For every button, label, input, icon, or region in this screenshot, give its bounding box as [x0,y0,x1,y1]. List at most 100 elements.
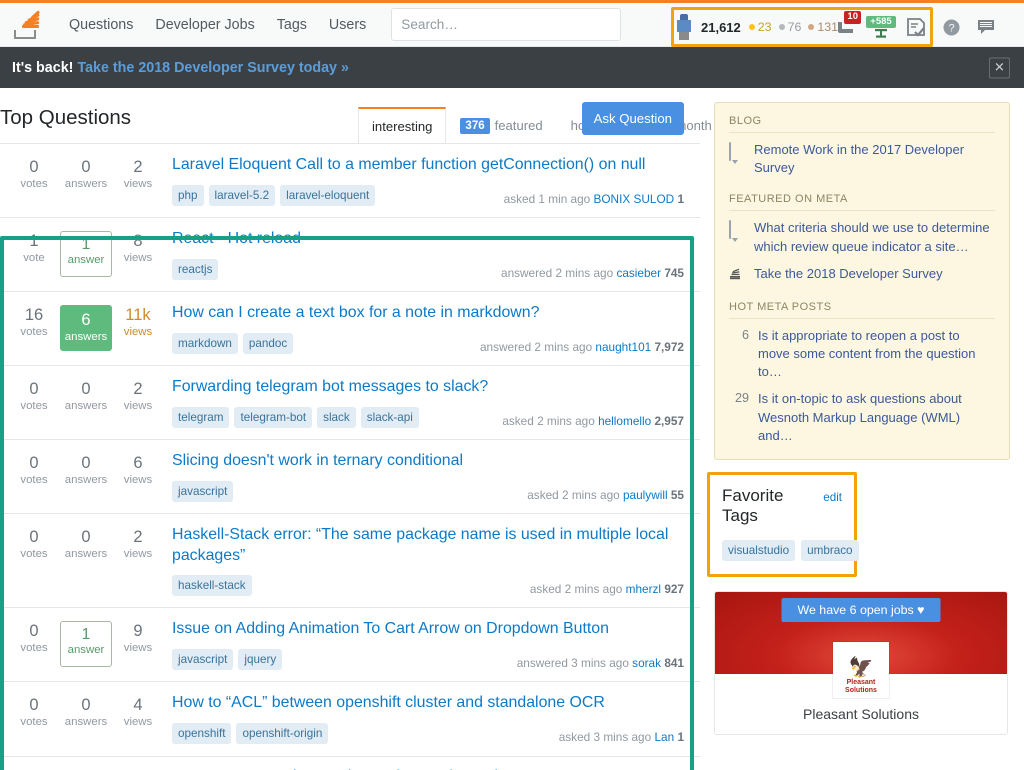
hot-meta-item[interactable]: 6 Is it appropriate to reopen a post to … [729,327,995,382]
hot-meta-item-link[interactable]: Is it on-topic to ask questions about We… [758,390,995,445]
search-input[interactable] [391,8,622,41]
tag[interactable]: javascript [172,649,234,671]
question-title-link[interactable]: Forwarding telegram bot messages to slac… [172,377,684,398]
tag[interactable]: telegram [172,406,230,428]
review-icon [906,17,925,37]
question-author-link[interactable]: hellomello [598,414,651,428]
notice-link[interactable]: Take the 2018 Developer Survey today » [77,60,349,76]
featured-meta-item-link[interactable]: What criteria should we use to determine… [754,219,995,255]
tab-featured[interactable]: 376 featured [446,107,556,143]
tag[interactable]: laravel-eloquent [280,184,376,206]
tag[interactable]: jquery [238,649,283,671]
favorite-tag[interactable]: umbraco [801,539,859,561]
nav-questions[interactable]: Questions [58,3,144,47]
answers-label: answers [64,177,108,190]
votes-label: votes [20,399,48,412]
tab-featured-label: featured [494,118,543,133]
notice-prefix: It's back! [12,59,74,76]
question-stats: 0 votes 1 answer 9 views [8,619,166,670]
question-title-link[interactable]: Issue on Adding Animation To Cart Arrow … [172,619,684,640]
views-number: 8 [133,232,143,250]
hot-meta-item[interactable]: 29 Is it on-topic to ask questions about… [729,390,995,445]
vote-count: 0 votes [8,379,60,428]
tag[interactable]: php [172,184,204,206]
tag[interactable]: pandoc [242,332,294,354]
search-container [391,8,622,41]
question-author-link[interactable]: BONIX SULOD [594,192,675,206]
question-author-reputation: 927 [664,582,684,597]
tag[interactable]: javascript [172,480,234,502]
featured-meta-item-link[interactable]: Take the 2018 Developer Survey [754,265,943,283]
answers-label: answer [67,253,105,266]
answers-number: 0 [81,454,91,472]
favorite-tags-edit-link[interactable]: edit [823,491,842,504]
question-row: 16 votes 6 answers 11k views How can I create … [0,292,700,366]
question-title-link[interactable]: How can I create a text box for a note i… [172,303,684,324]
answers-label: answers [64,473,108,486]
featured-meta-item[interactable]: What criteria should we use to determine… [729,219,995,255]
tag[interactable]: laravel-5.2 [208,184,276,206]
question-title-link[interactable]: React - Hot reload [172,229,684,250]
blog-item-link[interactable]: Remote Work in the 2017 Developer Survey [754,141,995,177]
job-ad-card[interactable]: We have 6 open jobs ♥ 🦅 Pleasant Solutio… [714,590,1008,735]
question-author-link[interactable]: sorak [632,656,661,670]
partial-question-title[interactable]: React to a nested state change in Angula… [0,757,700,770]
favorite-tags-header: Favorite Tags edit [722,486,842,526]
job-ad-ribbon[interactable]: We have 6 open jobs ♥ [781,597,941,622]
achievements-button[interactable]: +585 [865,10,897,44]
tag-list: markdown pandoc [172,332,294,354]
tag[interactable]: slack-api [360,406,419,428]
review-queues-button[interactable] [900,10,932,44]
question-author-link[interactable]: Lan [654,730,674,744]
question-author-link[interactable]: mherzl [626,582,661,596]
question-author-link[interactable]: paulywill [623,488,668,502]
question-title-link[interactable]: How to “ACL” between openshift cluster a… [172,693,684,714]
votes-label: votes [20,325,48,338]
question-title-link[interactable]: Laravel Eloquent Call to a member functi… [172,155,684,176]
tag[interactable]: openshift-origin [236,723,329,745]
votes-label: votes [20,473,48,486]
site-switcher-button[interactable] [970,10,1002,44]
question-row: 0 votes 0 answers 2 views Haskell-Stack error:… [0,514,700,609]
vote-count: 16 votes [8,305,60,354]
ask-question-button[interactable]: Ask Question [581,102,684,135]
nav-users[interactable]: Users [318,3,377,47]
gold-badge-count[interactable]: 23 [748,20,772,34]
inbox-button[interactable]: 10 [830,10,862,44]
question-summary: Forwarding telegram bot messages to slac… [166,377,684,428]
views-label: views [123,641,153,654]
vote-count: 0 votes [8,621,60,670]
question-user-info: answered 2 mins ago naught101 7,972 [480,339,684,354]
tag[interactable]: slack [317,406,356,428]
question-title-link[interactable]: Slicing doesn't work in ternary conditio… [172,451,684,472]
question-meta: javascript jquery answered 3 mins ago sora… [172,649,684,671]
silver-badge-count[interactable]: 76 [778,20,801,34]
question-author-link[interactable]: casieber [616,266,661,280]
tab-interesting[interactable]: interesting [358,107,447,143]
help-button[interactable]: ? [935,10,967,44]
question-title-link[interactable]: Haskell-Stack error: “The same package n… [172,525,684,566]
tag[interactable]: reactjs [172,258,219,280]
avatar[interactable] [676,14,692,40]
answers-label: answers [64,547,108,560]
views-label: views [123,325,153,338]
tag[interactable]: telegram-bot [234,406,313,428]
hot-meta-item-link[interactable]: Is it appropriate to reopen a post to mo… [758,327,995,382]
question-author-link[interactable]: naught101 [595,340,651,354]
favorite-tag[interactable]: visualstudio [722,539,796,561]
question-author-reputation: 2,957 [654,413,684,428]
nav-developer-jobs[interactable]: Developer Jobs [144,3,265,47]
svg-text:?: ? [948,22,954,34]
stack-overflow-logo-icon[interactable] [12,10,42,40]
job-ad-company: Pleasant Solutions [803,705,919,722]
tag[interactable]: markdown [172,332,238,354]
featured-meta-item[interactable]: Take the 2018 Developer Survey [729,265,995,285]
question-user-info: asked 2 mins ago paulywill 55 [527,487,684,502]
tag[interactable]: openshift [172,723,232,745]
tag[interactable]: haskell-stack [172,575,252,597]
close-icon[interactable]: ✕ [989,57,1010,78]
nav-tags[interactable]: Tags [266,3,318,47]
blog-item[interactable]: Remote Work in the 2017 Developer Survey [729,141,995,177]
favorite-tags-title: Favorite Tags [722,485,784,525]
question-stats: 0 votes 0 answers 2 views [8,525,166,596]
